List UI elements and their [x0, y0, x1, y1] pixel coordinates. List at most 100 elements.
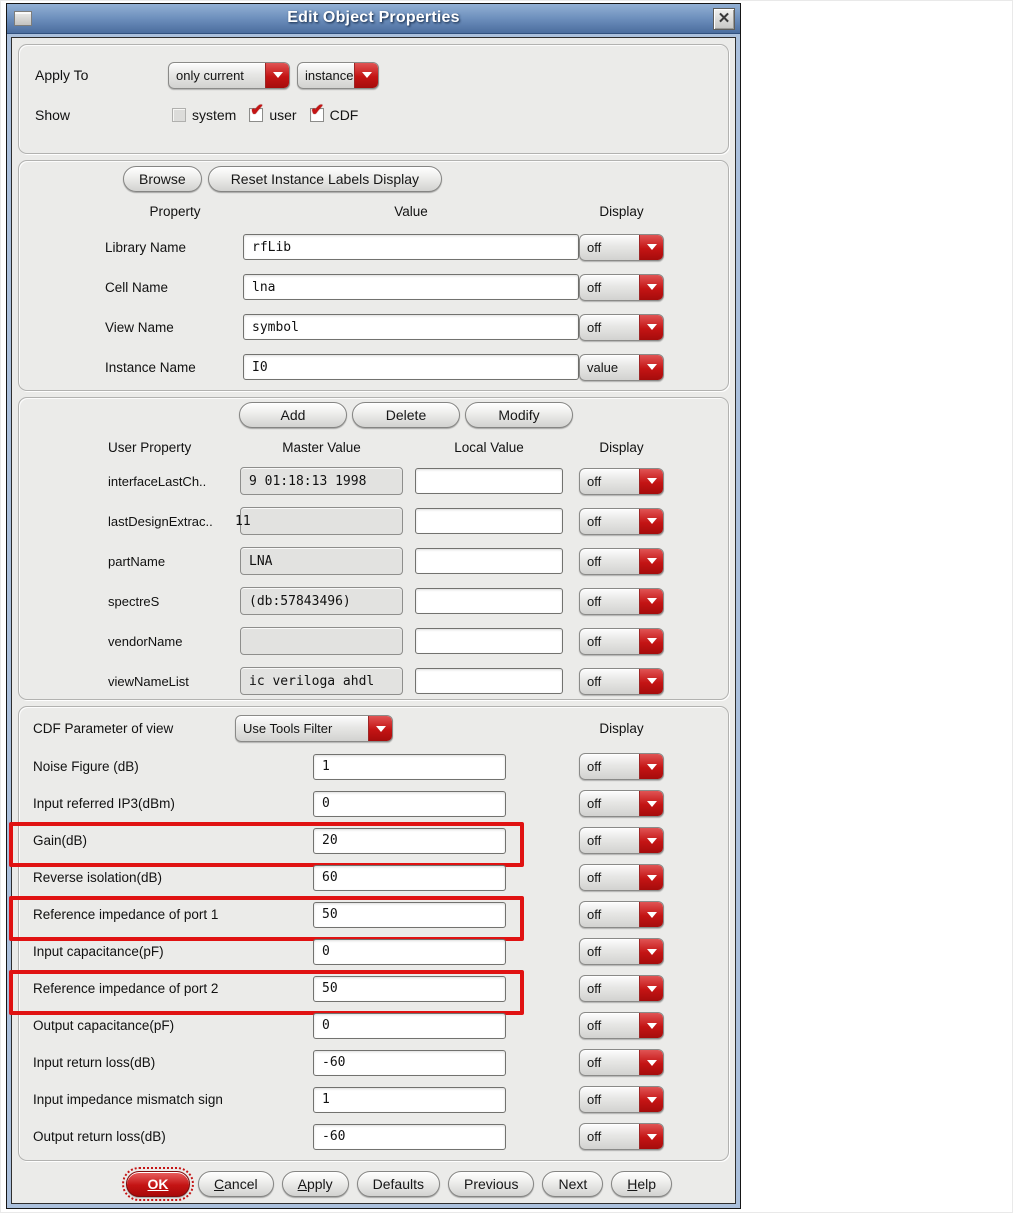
chevron-down-icon [368, 716, 392, 741]
input-referred-ip3-dbm-input[interactable] [313, 790, 506, 817]
cdf-param-row-output-return-loss-db: Output return loss(dB) off [19, 1118, 728, 1155]
cell-name-input[interactable] [243, 274, 579, 300]
display-header: Display [599, 721, 644, 736]
spectres-local-input[interactable] [415, 588, 563, 614]
display-dropdown-input-impedance-mismatch-sign[interactable]: off [579, 1086, 664, 1113]
checkbox-system[interactable] [172, 108, 186, 122]
browse-button[interactable]: Browse [123, 166, 202, 192]
cdf-param-row-noise-figure-db: Noise Figure (dB) off [19, 748, 728, 785]
lastdesignextrac-local-input[interactable] [415, 508, 563, 534]
reverse-isolation-db-input[interactable] [313, 864, 506, 891]
view-name-input[interactable] [243, 314, 579, 340]
cancel-button[interactable]: Cancel [198, 1171, 274, 1197]
display-dropdown-reference-impedance-of-port-2[interactable]: off [579, 975, 664, 1002]
chevron-down-icon [639, 865, 663, 890]
cell-name-label: Cell Name [105, 279, 169, 295]
dropdown-value: off [587, 513, 602, 529]
reset-instance-labels-button[interactable]: Reset Instance Labels Display [207, 166, 443, 192]
display-dropdown-interfacelastch[interactable]: off [579, 467, 664, 495]
show-label: Show [35, 107, 71, 123]
spectres-label: spectreS [108, 593, 160, 609]
display-dropdown-spectres[interactable]: off [579, 587, 664, 615]
instance-name-label: Instance Name [105, 359, 196, 375]
display-dropdown-viewnamelist[interactable]: off [579, 667, 664, 695]
checkbox-label: user [269, 107, 297, 123]
delete-button[interactable]: Delete [352, 402, 460, 428]
apply-target-dropdown[interactable]: instance [297, 61, 379, 89]
cdf-parameter-label: CDF Parameter of view [33, 721, 174, 736]
display-dropdown-cell-name[interactable]: off [579, 273, 664, 301]
apply-scope-dropdown[interactable]: only current [168, 61, 290, 89]
interfacelastch-local-input[interactable] [415, 468, 563, 494]
tools-filter-dropdown[interactable]: Use Tools Filter [235, 715, 393, 742]
lastdesignextrac-label: lastDesignExtrac.. [108, 513, 213, 529]
cdf-parameters-group: CDF Parameter of view Use Tools Filter D… [9, 706, 729, 1161]
partname-local-input[interactable] [415, 548, 563, 574]
input-return-loss-db-input[interactable] [313, 1049, 506, 1076]
chevron-down-icon [639, 828, 663, 853]
dropdown-value: Use Tools Filter [243, 721, 333, 736]
close-icon[interactable]: ✕ [713, 8, 735, 30]
dropdown-value: off [587, 796, 602, 811]
chevron-down-icon [639, 274, 663, 300]
reference-impedance-of-port-1-input[interactable] [313, 901, 506, 928]
display-dropdown-vendorname[interactable]: off [579, 627, 664, 655]
output-return-loss-db-input[interactable] [313, 1123, 506, 1150]
previous-button[interactable]: Previous [447, 1171, 535, 1197]
add-button[interactable]: Add [239, 402, 347, 428]
display-dropdown-gain-db[interactable]: off [579, 827, 664, 854]
dropdown-value: only current [176, 67, 244, 83]
show-options: system ✔ user ✔ CDF [172, 103, 371, 123]
apply-button[interactable]: Apply [281, 1171, 349, 1197]
chevron-down-icon [639, 902, 663, 927]
view-name-label: View Name [105, 319, 174, 335]
defaults-button[interactable]: Defaults [356, 1171, 440, 1197]
display-dropdown-reverse-isolation-db[interactable]: off [579, 864, 664, 891]
output-capacitance-pf-input[interactable] [313, 1012, 506, 1039]
dropdown-value: off [587, 279, 602, 295]
user-property-row-interfacelastch: interfaceLastCh.. 9 01:18:13 1998 off [19, 461, 728, 501]
input-impedance-mismatch-sign-input[interactable] [313, 1086, 506, 1113]
display-dropdown-library-name[interactable]: off [579, 233, 664, 261]
reference-impedance-of-port-2-input[interactable] [313, 975, 506, 1002]
chevron-down-icon [639, 1050, 663, 1075]
cdf-header-row: CDF Parameter of view Use Tools Filter D… [19, 715, 728, 742]
ok-button[interactable]: OK [122, 1167, 194, 1201]
display-dropdown-instance-name[interactable]: value [579, 353, 664, 381]
property-row-instance-name: Instance Name value [19, 347, 728, 387]
library-name-input[interactable] [243, 234, 579, 260]
dropdown-value: off [587, 1018, 602, 1033]
input-capacitance-pf-input[interactable] [313, 938, 506, 965]
user-property-header: User Property [108, 439, 192, 455]
modify-button[interactable]: Modify [465, 402, 573, 428]
display-dropdown-output-return-loss-db[interactable]: off [579, 1123, 664, 1150]
checkbox-user[interactable]: ✔ [249, 103, 264, 122]
checkbox-label: system [192, 107, 237, 123]
dropdown-value: off [587, 239, 602, 255]
gain-db-input[interactable] [313, 827, 506, 854]
cdf-param-row-input-return-loss-db: Input return loss(dB) off [19, 1044, 728, 1081]
input-referred-ip3-dbm-label: Input referred IP3(dBm) [33, 796, 175, 811]
user-property-row-vendorname: vendorName off [19, 621, 728, 661]
display-dropdown-input-capacitance-pf[interactable]: off [579, 938, 664, 965]
help-button[interactable]: Help [611, 1171, 673, 1197]
noise-figure-db-input[interactable] [313, 753, 506, 780]
viewnamelist-local-input[interactable] [415, 668, 563, 694]
apply-to-row: Apply To only current instance [35, 60, 728, 90]
display-dropdown-input-return-loss-db[interactable]: off [579, 1049, 664, 1076]
display-dropdown-output-capacitance-pf[interactable]: off [579, 1012, 664, 1039]
display-dropdown-reference-impedance-of-port-1[interactable]: off [579, 901, 664, 928]
dropdown-value: off [587, 870, 602, 885]
display-dropdown-lastdesignextrac[interactable]: off [579, 507, 664, 535]
vendorname-local-input[interactable] [415, 628, 563, 654]
checkbox-cdf[interactable]: ✔ [309, 103, 324, 122]
titlebar[interactable]: Edit Object Properties ✕ [7, 4, 740, 34]
display-dropdown-partname[interactable]: off [579, 547, 664, 575]
display-dropdown-noise-figure-db[interactable]: off [579, 753, 664, 780]
display-dropdown-view-name[interactable]: off [579, 313, 664, 341]
viewnamelist-master-value: ic veriloga ahdl [240, 667, 403, 695]
display-dropdown-input-referred-ip3-dbm[interactable]: off [579, 790, 664, 817]
instance-name-input[interactable] [243, 354, 579, 380]
next-button[interactable]: Next [542, 1171, 604, 1197]
identity-headers: Property Value Display [19, 200, 728, 222]
